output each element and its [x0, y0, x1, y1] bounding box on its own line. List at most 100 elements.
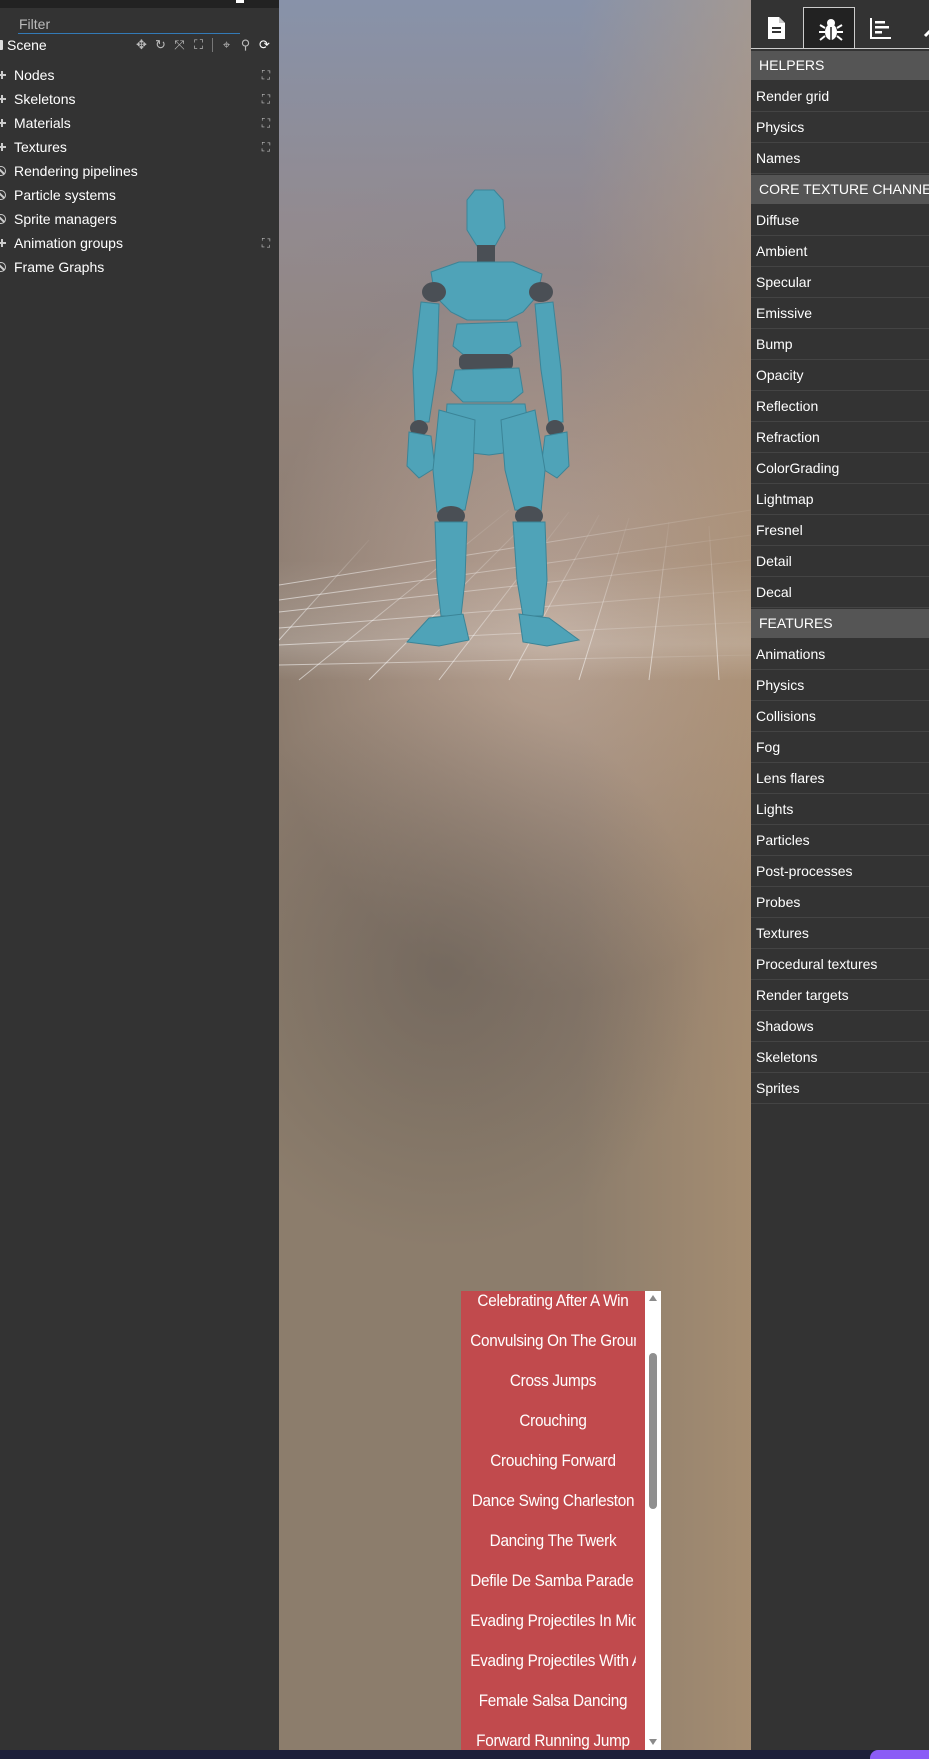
animation-list-item[interactable]: Crouching Forward — [470, 1441, 636, 1481]
tree-item-label: Materials — [14, 115, 71, 131]
animation-list-item[interactable]: Female Salsa Dancing — [470, 1681, 636, 1721]
tree-item-particle-systems[interactable]: Particle systems — [0, 183, 279, 207]
tab-properties[interactable] — [751, 7, 803, 48]
tree-item-animation-groups[interactable]: Animation groups ⛶ — [0, 231, 279, 255]
expand-all-icon[interactable]: ⛶ — [260, 69, 272, 81]
scroll-up-arrow-icon[interactable] — [649, 1295, 657, 1301]
tree-item-label: Sprite managers — [14, 211, 117, 227]
expand-plus-icon[interactable] — [0, 239, 6, 247]
expand-all-icon[interactable]: ⛶ — [260, 117, 272, 129]
animation-list-item[interactable]: Evading Projectiles In Mid- — [470, 1601, 636, 1641]
animation-list-scrollbar[interactable] — [645, 1291, 661, 1759]
tree-item-sprite-managers[interactable]: Sprite managers — [0, 207, 279, 231]
tab-tools[interactable] — [907, 7, 929, 48]
animation-list-item[interactable]: Crouching — [470, 1401, 636, 1441]
animation-list-item[interactable]: Cross Jumps — [470, 1361, 636, 1401]
debug-option-skeletons[interactable]: Skeletons — [751, 1042, 929, 1073]
tab-statistics[interactable] — [855, 7, 907, 48]
expand-plus-icon[interactable] — [0, 143, 6, 151]
animation-list-item[interactable]: Defile De Samba Parade Va — [470, 1561, 636, 1601]
tree-item-nodes[interactable]: Nodes ⛶ — [0, 63, 279, 87]
disabled-icon[interactable] — [0, 190, 6, 200]
scene-explorer-pane: Scene ✥ ↻ ⤧ ⛶ ⌖ ⚲ ⟳ Nodes⛶Skeletons⛶Mate… — [0, 0, 279, 1759]
debug-option-refraction[interactable]: Refraction — [751, 422, 929, 453]
debug-option-ambient[interactable]: Ambient — [751, 236, 929, 267]
expand-all-icon[interactable]: ⛶ — [260, 141, 272, 153]
tree-item-materials[interactable]: Materials ⛶ — [0, 111, 279, 135]
scene-node-icon — [0, 40, 3, 50]
debug-option-post-processes[interactable]: Post-processes — [751, 856, 929, 887]
pane-handle[interactable] — [236, 0, 244, 3]
accent-pill-button[interactable] — [870, 1750, 929, 1759]
expand-plus-icon[interactable] — [0, 71, 6, 79]
bottom-bar — [0, 1750, 929, 1759]
tab-debug[interactable] — [803, 7, 855, 48]
filter-input[interactable] — [18, 14, 240, 34]
section-header-core-texture-channels[interactable]: CORE TEXTURE CHANNELS — [751, 175, 929, 204]
debug-option-procedural-textures[interactable]: Procedural textures — [751, 949, 929, 980]
debug-option-particles[interactable]: Particles — [751, 825, 929, 856]
debug-option-names[interactable]: Names — [751, 143, 929, 174]
bounding-box-gizmo-icon[interactable]: ⛶ — [189, 36, 208, 54]
section-header-helpers[interactable]: HELPERS — [751, 51, 929, 80]
expand-plus-icon[interactable] — [0, 119, 6, 127]
disabled-icon[interactable] — [0, 262, 6, 272]
debug-option-textures[interactable]: Textures — [751, 918, 929, 949]
debug-option-render-targets[interactable]: Render targets — [751, 980, 929, 1011]
animation-list-item[interactable]: Celebrating After A Win — [470, 1291, 636, 1321]
tree-item-skeletons[interactable]: Skeletons ⛶ — [0, 87, 279, 111]
bug-icon — [819, 19, 843, 41]
tree-item-label: Particle systems — [14, 187, 116, 203]
debug-option-specular[interactable]: Specular — [751, 267, 929, 298]
animation-list-item[interactable]: Evading Projectiles With A — [470, 1641, 636, 1681]
tree-item-frame-graphs[interactable]: Frame Graphs — [0, 255, 279, 279]
animation-list-item[interactable]: Dance Swing Charleston — [470, 1481, 636, 1521]
expand-all-icon[interactable]: ⛶ — [260, 93, 272, 105]
debug-option-detail[interactable]: Detail — [751, 546, 929, 577]
debug-option-fresnel[interactable]: Fresnel — [751, 515, 929, 546]
debug-option-decal[interactable]: Decal — [751, 577, 929, 608]
tree-item-label: Rendering pipelines — [14, 163, 138, 179]
tree-item-textures[interactable]: Textures ⛶ — [0, 135, 279, 159]
debug-option-physics[interactable]: Physics — [751, 670, 929, 701]
map-marker-icon[interactable]: ⚲ — [236, 36, 255, 54]
debug-option-render-grid[interactable]: Render grid — [751, 81, 929, 112]
debug-option-bump[interactable]: Bump — [751, 329, 929, 360]
debug-option-emissive[interactable]: Emissive — [751, 298, 929, 329]
debug-option-lens-flares[interactable]: Lens flares — [751, 763, 929, 794]
debug-option-probes[interactable]: Probes — [751, 887, 929, 918]
debug-option-lightmap[interactable]: Lightmap — [751, 484, 929, 515]
section-header-features[interactable]: FEATURES — [751, 609, 929, 638]
debug-option-fog[interactable]: Fog — [751, 732, 929, 763]
translate-gizmo-icon[interactable]: ✥ — [132, 36, 151, 54]
tree-item-label: Nodes — [14, 67, 55, 83]
animation-list-item[interactable]: Dancing The Twerk — [470, 1521, 636, 1561]
debug-option-opacity[interactable]: Opacity — [751, 360, 929, 391]
debug-option-lights[interactable]: Lights — [751, 794, 929, 825]
debug-option-diffuse[interactable]: Diffuse — [751, 205, 929, 236]
debug-option-colorgrading[interactable]: ColorGrading — [751, 453, 929, 484]
animation-list[interactable]: Celebrating After A Win Convulsing On The… — [461, 1291, 661, 1759]
pane-top-strip — [0, 0, 279, 8]
animation-list-item[interactable]: Convulsing On The Ground — [470, 1321, 636, 1361]
crosshair-icon[interactable]: ⌖ — [217, 36, 236, 54]
tree-item-rendering-pipelines[interactable]: Rendering pipelines — [0, 159, 279, 183]
expand-plus-icon[interactable] — [0, 95, 6, 103]
scroll-down-arrow-icon[interactable] — [649, 1739, 657, 1745]
scale-gizmo-icon[interactable]: ⤧ — [170, 36, 189, 54]
debug-option-reflection[interactable]: Reflection — [751, 391, 929, 422]
tree-item-label: Animation groups — [14, 235, 123, 251]
scroll-thumb[interactable] — [649, 1353, 657, 1509]
tree-item-label: Textures — [14, 139, 67, 155]
debug-option-physics[interactable]: Physics — [751, 112, 929, 143]
rotate-gizmo-icon[interactable]: ↻ — [151, 36, 170, 54]
refresh-icon[interactable]: ⟳ — [255, 36, 274, 54]
debug-option-sprites[interactable]: Sprites — [751, 1073, 929, 1104]
expand-all-icon[interactable]: ⛶ — [260, 237, 272, 249]
debug-option-collisions[interactable]: Collisions — [751, 701, 929, 732]
tree-item-scene[interactable]: Scene ✥ ↻ ⤧ ⛶ ⌖ ⚲ ⟳ — [0, 33, 279, 57]
disabled-icon[interactable] — [0, 214, 6, 224]
debug-option-animations[interactable]: Animations — [751, 639, 929, 670]
disabled-icon[interactable] — [0, 166, 6, 176]
debug-option-shadows[interactable]: Shadows — [751, 1011, 929, 1042]
